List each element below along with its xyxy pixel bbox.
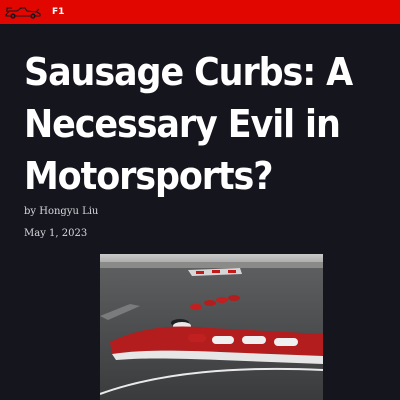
article-title: Sausage Curbs: A Necessary Evil in Motor… <box>24 50 353 198</box>
article-page: F1 Sausage Curbs: A Necessary Evil in Mo… <box>0 0 400 400</box>
top-nav-bar: F1 <box>0 0 400 24</box>
f1-car-logo-icon[interactable] <box>4 4 42 20</box>
article-byline: by Hongyu Liu <box>24 206 99 217</box>
race-track-sausage-curb-photo <box>100 254 323 400</box>
article-date: May 1, 2023 <box>24 228 88 239</box>
nav-link-f1[interactable]: F1 <box>52 6 64 18</box>
